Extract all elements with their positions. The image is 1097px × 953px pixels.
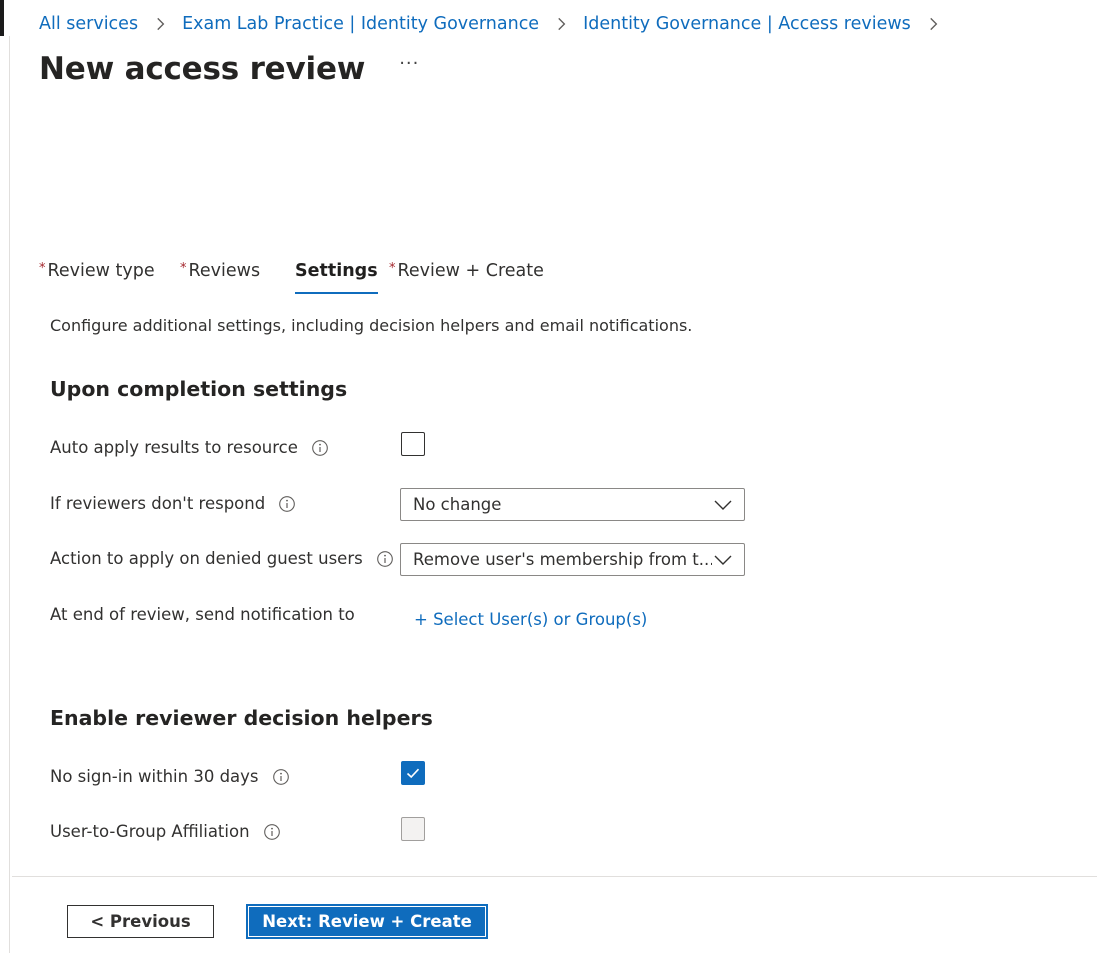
info-icon[interactable] — [376, 550, 394, 568]
auto-apply-row: Auto apply results to resource — [50, 438, 329, 457]
tab-review-create[interactable]: * Review + Create — [389, 261, 544, 281]
chevron-right-icon — [151, 15, 169, 33]
notify-label: At end of review, send notification to — [50, 605, 355, 624]
auto-apply-label: Auto apply results to resource — [50, 438, 298, 457]
tab-review-type[interactable]: * Review type — [39, 261, 155, 281]
completion-settings-heading: Upon completion settings — [50, 377, 348, 401]
affiliation-checkbox — [401, 817, 425, 841]
info-icon[interactable] — [272, 768, 290, 786]
breadcrumb-all-services[interactable]: All services — [39, 14, 138, 34]
notify-row: At end of review, send notification to — [50, 605, 355, 624]
page-title: New access review — [39, 51, 366, 87]
required-marker: * — [180, 261, 187, 276]
info-icon[interactable] — [278, 495, 296, 513]
no-signin-row: No sign-in within 30 days — [50, 767, 290, 786]
breadcrumb-access-reviews[interactable]: Identity Governance | Access reviews — [583, 14, 911, 34]
denied-guests-row: Action to apply on denied guest users — [50, 549, 394, 568]
required-marker: * — [389, 261, 396, 276]
required-marker: * — [39, 261, 46, 276]
next-review-create-button[interactable]: Next: Review + Create — [247, 905, 487, 938]
breadcrumb-identity-governance[interactable]: Exam Lab Practice | Identity Governance — [182, 14, 539, 34]
denied-guests-label: Action to apply on denied guest users — [50, 549, 363, 568]
settings-description: Configure additional settings, including… — [50, 316, 693, 335]
dropdown-value: No change — [413, 495, 502, 514]
dropdown-value: Remove user's membership from t... — [413, 550, 712, 569]
info-icon[interactable] — [311, 439, 329, 457]
decision-helpers-heading: Enable reviewer decision helpers — [50, 706, 433, 730]
more-options-icon[interactable]: ··· — [399, 53, 419, 74]
tab-label: Review + Create — [397, 261, 544, 281]
previous-button[interactable]: < Previous — [67, 905, 214, 938]
select-users-groups-link[interactable]: + Select User(s) or Group(s) — [414, 610, 647, 629]
window-edge — [0, 0, 4, 36]
tab-label: Review type — [47, 261, 155, 281]
no-signin-label: No sign-in within 30 days — [50, 767, 259, 786]
title-row: New access review ··· — [39, 51, 419, 87]
affiliation-row: User-to-Group Affiliation — [50, 822, 281, 841]
chevron-down-icon — [714, 555, 732, 565]
footer-divider — [12, 876, 1097, 877]
auto-apply-checkbox[interactable] — [401, 432, 425, 456]
affiliation-label: User-to-Group Affiliation — [50, 822, 250, 841]
tab-settings[interactable]: Settings — [295, 261, 378, 294]
page-border — [9, 36, 10, 953]
chevron-down-icon — [714, 500, 732, 510]
info-icon[interactable] — [263, 823, 281, 841]
tab-label: Reviews — [188, 261, 261, 281]
tab-reviews[interactable]: * Reviews — [180, 261, 260, 281]
no-response-dropdown[interactable]: No change — [400, 488, 745, 521]
no-response-label: If reviewers don't respond — [50, 494, 266, 513]
denied-guests-dropdown[interactable]: Remove user's membership from t... — [400, 543, 745, 576]
checkmark-icon — [406, 768, 420, 779]
chevron-right-icon — [552, 15, 570, 33]
no-response-row: If reviewers don't respond — [50, 494, 296, 513]
breadcrumb: All services Exam Lab Practice | Identit… — [39, 14, 955, 34]
tab-label: Settings — [295, 261, 378, 281]
no-signin-checkbox[interactable] — [401, 761, 425, 785]
chevron-right-icon — [924, 15, 942, 33]
